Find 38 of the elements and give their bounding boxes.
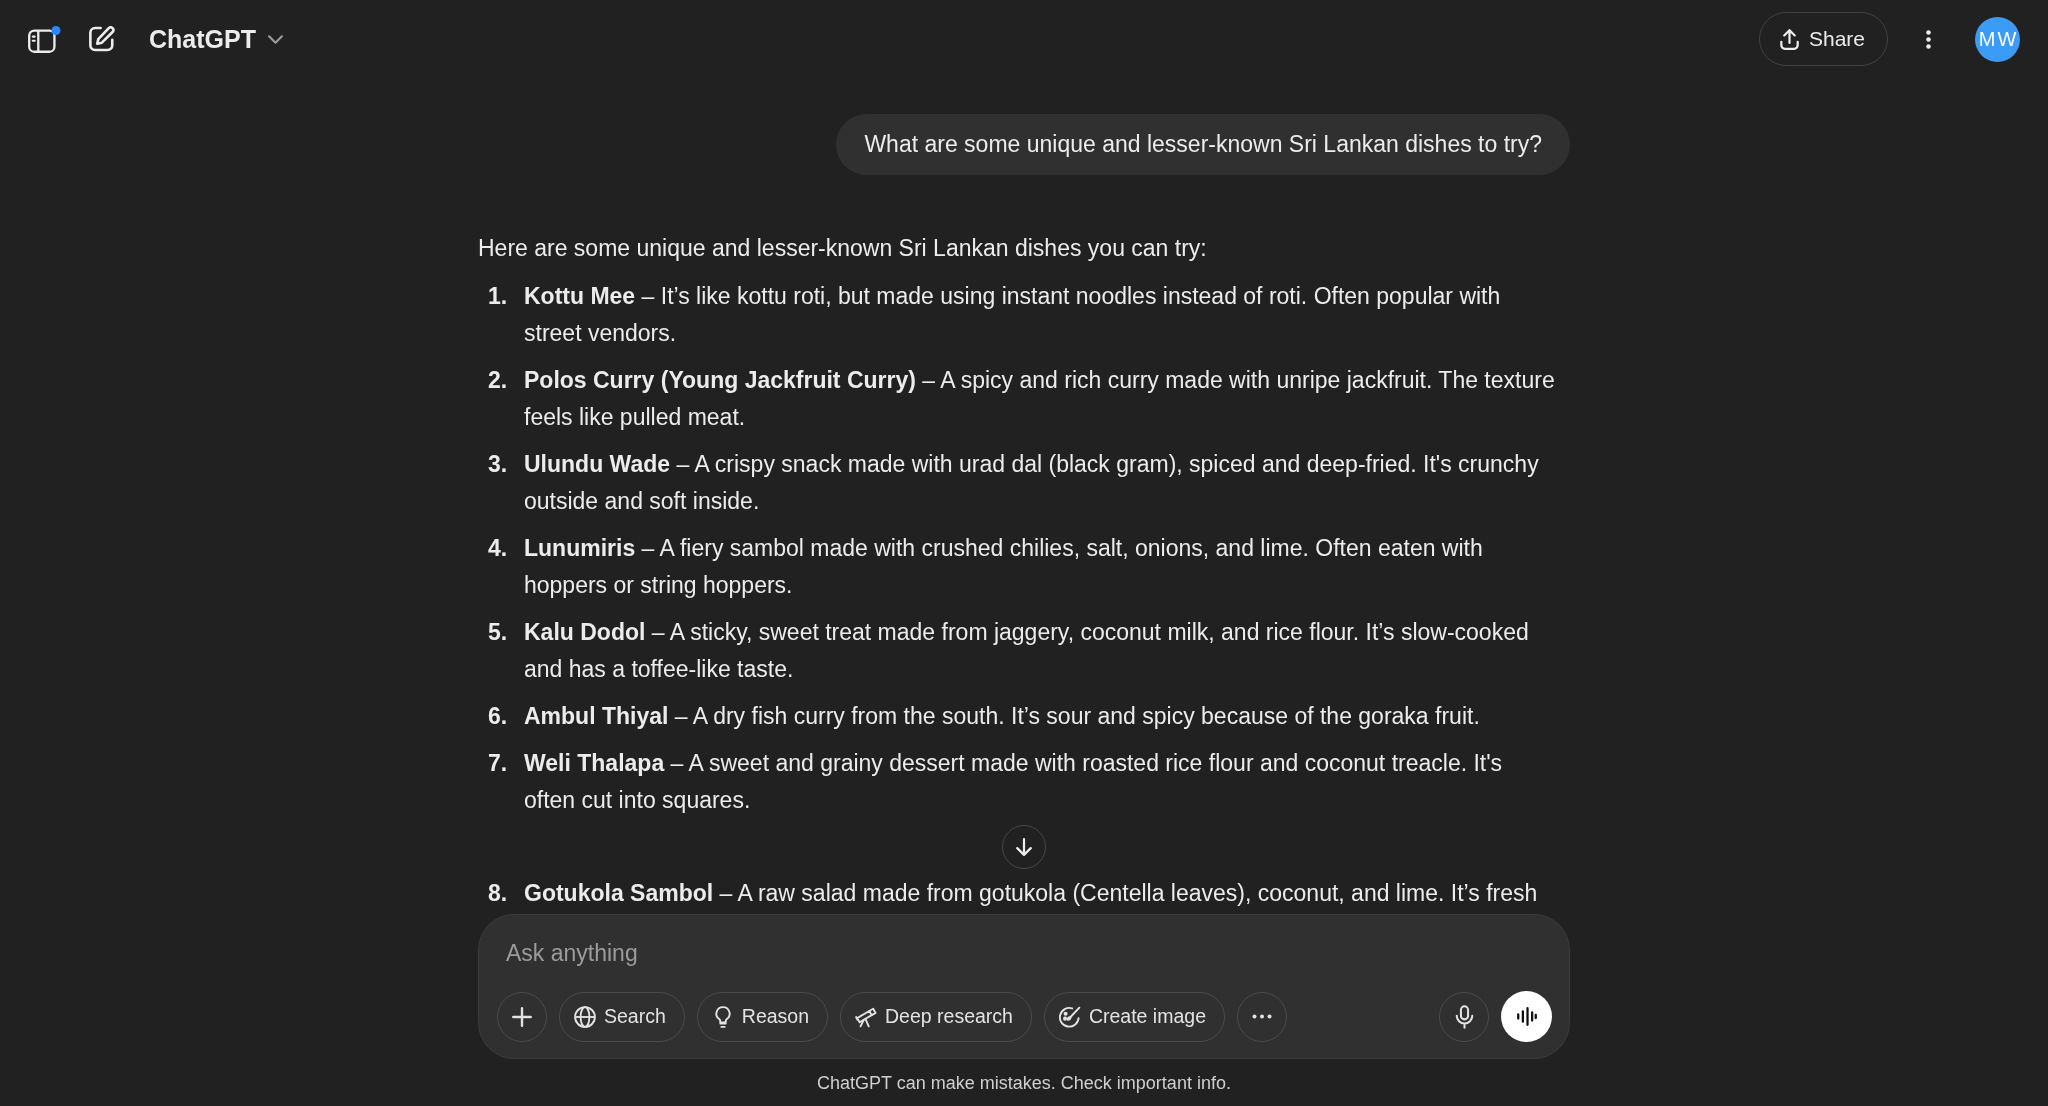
list-number: 4. — [488, 534, 508, 563]
list-item-text: Kalu Dodol – A sticky, sweet treat made from jaggery, coconut milk, and rice flour. It’s slow-cooked and has a toffee-like taste. — [524, 618, 1530, 684]
more-horizontal-icon — [1252, 1014, 1272, 1019]
globe-icon — [574, 1005, 596, 1028]
list-number: 3. — [488, 450, 508, 479]
list-item-text: Ambul Thiyal – A dry fish curry from the south. It’s sour and spicy because of the goraka fruit. — [524, 702, 1481, 731]
list-item-text: Gotukola Sambol – A raw salad made from gotukola (Centella leaves), coconut, and lime. It’s fresh — [524, 879, 1539, 908]
list-item-text: Ulundu Wade – A crispy snack made with urad dal (black gram), spiced and deep-fried. It's crunchy outside and soft inside. — [524, 450, 1540, 516]
disclaimer-text: ChatGPT can make mistakes. Check important info. — [817, 1072, 1231, 1095]
response-text: Here are some unique and lesser-known Sri Lankan dishes you can try: — [478, 234, 1208, 263]
list-number: 8. — [488, 879, 508, 908]
sidebar-icon — [27, 25, 61, 53]
upload-icon — [1779, 28, 1799, 50]
palette-icon — [1058, 1005, 1081, 1028]
user-message: What are some unique and lesser-known Sri Lankan dishes to try? — [836, 114, 1570, 175]
tool-button[interactable]: Deep research — [840, 991, 1032, 1042]
scroll-down-button[interactable] — [1002, 825, 1046, 869]
arrow-down-icon — [1016, 838, 1032, 856]
more-vertical-icon — [1924, 28, 1932, 50]
list-number: 7. — [488, 749, 508, 778]
voice-mode-button[interactable] — [1501, 991, 1552, 1042]
message-input[interactable]: Ask anything — [497, 935, 1552, 971]
list-item-text: Kottu Mee – It’s like kottu roti, but made using instant noodles instead of roti. Often popular with street vendors. — [524, 282, 1502, 348]
list-item-text: Polos Curry (Young Jackfruit Curry) – A spicy and rich curry made with unripe jackfruit. The texture feels like pulled meat. — [524, 366, 1556, 432]
list-item-text: Weli Thalapa – A sweet and grainy dessert made with roasted rice flour and coconut treacle. It's often cut into squares. — [524, 749, 1504, 815]
waveform-icon — [1516, 1007, 1537, 1026]
tool-button[interactable]: Search — [559, 991, 685, 1042]
list-number: 1. — [488, 282, 508, 311]
telescope-icon — [855, 1005, 877, 1028]
chevron-down-icon — [267, 34, 283, 44]
microphone-icon — [1454, 1004, 1474, 1029]
list-item-text: Lunumiris – A fiery sambol made with crushed chilies, salt, onions, and lime. Often eaten with hoppers or string hoppers. — [524, 534, 1484, 600]
list-number: 5. — [488, 618, 508, 647]
list-number: 6. — [488, 702, 508, 731]
list-number: 2. — [488, 366, 508, 395]
pencil-square-icon — [89, 26, 115, 52]
plus-icon — [512, 1006, 532, 1027]
model-selector-button[interactable]: ChatGPT — [139, 18, 293, 60]
